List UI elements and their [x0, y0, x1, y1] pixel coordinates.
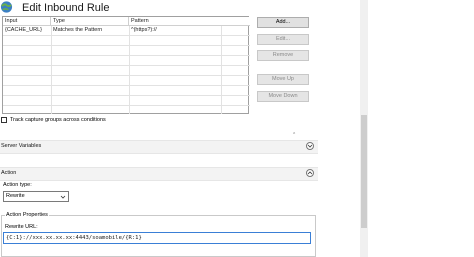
expand-chevron-icon[interactable] — [306, 142, 314, 150]
move-up-button[interactable]: Move Up — [257, 74, 309, 85]
rewrite-url-label: Rewrite URL: — [5, 224, 38, 230]
window-title: Edit Inbound Rule — [22, 2, 110, 14]
server-variables-title: Server Variables — [1, 143, 42, 149]
rewrite-url-input[interactable]: {C:1}://xxx.xx.xx.xx:4443/soamobile/{R:1… — [3, 232, 311, 244]
row-type: Matches the Pattern — [53, 27, 103, 33]
track-capture-label: Track capture groups across conditions — [10, 117, 106, 123]
action-header[interactable] — [0, 167, 318, 181]
row-pattern: ^(https?):// — [131, 27, 157, 33]
track-capture-checkbox[interactable] — [1, 117, 7, 123]
action-title: Action — [1, 170, 17, 176]
globe-icon — [0, 1, 13, 13]
action-type-label: Action type: — [3, 182, 32, 188]
edit-button[interactable]: Edit... — [257, 34, 309, 45]
remove-button[interactable]: Remove — [257, 50, 309, 61]
collapse-chevron-icon[interactable] — [306, 169, 314, 177]
column-header-pattern[interactable]: Pattern — [129, 17, 250, 25]
add-button[interactable]: Add... — [257, 17, 309, 28]
row-input: {CACHE_URL} — [5, 27, 42, 33]
splitter-chevron-icon: ⌃ — [292, 132, 297, 138]
conditions-table[interactable]: Input Type Pattern {CACHE_URL} Matches t… — [2, 16, 250, 114]
action-properties-title: Action Properties — [5, 212, 49, 218]
dropdown-arrow-icon — [60, 195, 66, 199]
action-type-select[interactable]: Rewrite — [3, 191, 69, 202]
move-down-button[interactable]: Move Down — [257, 91, 309, 102]
action-type-value: Rewrite — [6, 193, 25, 199]
server-variables-header[interactable] — [0, 140, 318, 154]
scrollbar-thumb[interactable] — [361, 115, 367, 228]
column-header-input[interactable]: Input — [3, 17, 51, 25]
column-header-type[interactable]: Type — [51, 17, 129, 25]
